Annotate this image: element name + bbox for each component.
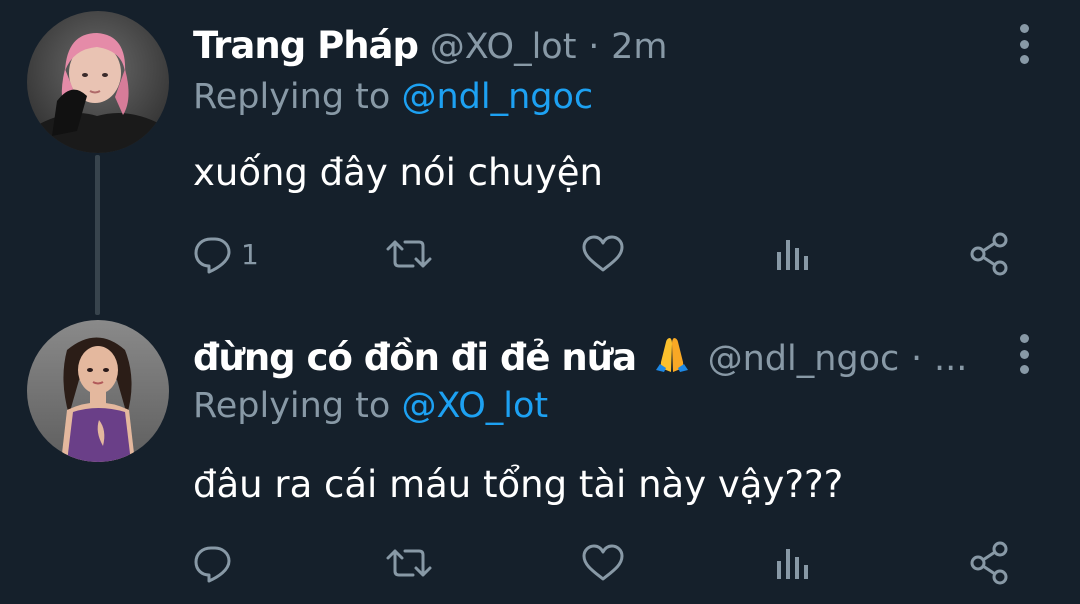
tweet[interactable]: Trang Pháp @XO_lot · 2m Replying to @ndl… (0, 0, 1080, 310)
retweet-button[interactable] (385, 539, 433, 587)
separator-dot: · (911, 339, 923, 379)
heart-icon (582, 544, 624, 581)
share-button[interactable] (969, 539, 1009, 587)
like-button[interactable] (581, 539, 625, 587)
tweet[interactable]: đừng có đồn đi đẻ nữa @ndl_ngoc · ... Re… (0, 310, 1080, 604)
avatar[interactable] (27, 11, 169, 153)
analytics-icon (777, 240, 808, 270)
action-bar (193, 539, 1023, 587)
tweet-header: Trang Pháp @XO_lot · 2m (193, 24, 667, 69)
user-handle[interactable]: @XO_lot (430, 27, 577, 67)
reply-count: 1 (241, 237, 259, 271)
more-vertical-icon[interactable] (1018, 24, 1030, 64)
tweet-thread: Trang Pháp @XO_lot · 2m Replying to @ndl… (0, 0, 1080, 604)
folded-hands-emoji (652, 334, 692, 384)
like-button[interactable] (581, 230, 625, 278)
display-name[interactable]: Trang Pháp (193, 24, 419, 67)
replying-to-label: Replying to (193, 386, 391, 426)
analytics-button[interactable] (775, 539, 811, 587)
avatar[interactable] (27, 320, 169, 462)
reply-icon (194, 237, 231, 274)
user-handle[interactable]: @ndl_ngoc (708, 339, 900, 379)
analytics-icon (777, 549, 808, 579)
mention-link[interactable]: @ndl_ngoc (401, 77, 593, 117)
tweet-header: đừng có đồn đi đẻ nữa @ndl_ngoc · ... (193, 334, 967, 384)
share-icon (970, 541, 1008, 585)
more-vertical-icon[interactable] (1018, 334, 1030, 374)
tweet-text: đâu ra cái máu tổng tài này vậy??? (193, 463, 844, 506)
heart-icon (582, 235, 624, 272)
replying-to-label: Replying to (193, 77, 391, 117)
retweet-icon (386, 549, 432, 577)
timestamp[interactable]: ... (934, 339, 967, 379)
reply-icon (194, 546, 231, 583)
retweet-icon (386, 240, 432, 268)
replying-to: Replying to @XO_lot (193, 384, 548, 428)
retweet-button[interactable] (385, 230, 433, 278)
analytics-button[interactable] (775, 230, 811, 278)
reply-button[interactable]: 1 (193, 230, 259, 278)
reply-button[interactable] (193, 539, 241, 587)
share-button[interactable] (969, 230, 1009, 278)
share-icon (970, 232, 1008, 276)
separator-dot: · (588, 27, 600, 67)
timestamp[interactable]: 2m (611, 27, 667, 67)
tweet-text: xuống đây nói chuyện (193, 151, 603, 194)
action-bar: 1 (193, 230, 1023, 278)
display-name[interactable]: đừng có đồn đi đẻ nữa (193, 336, 637, 379)
mention-link[interactable]: @XO_lot (401, 386, 548, 426)
replying-to: Replying to @ndl_ngoc (193, 75, 593, 119)
